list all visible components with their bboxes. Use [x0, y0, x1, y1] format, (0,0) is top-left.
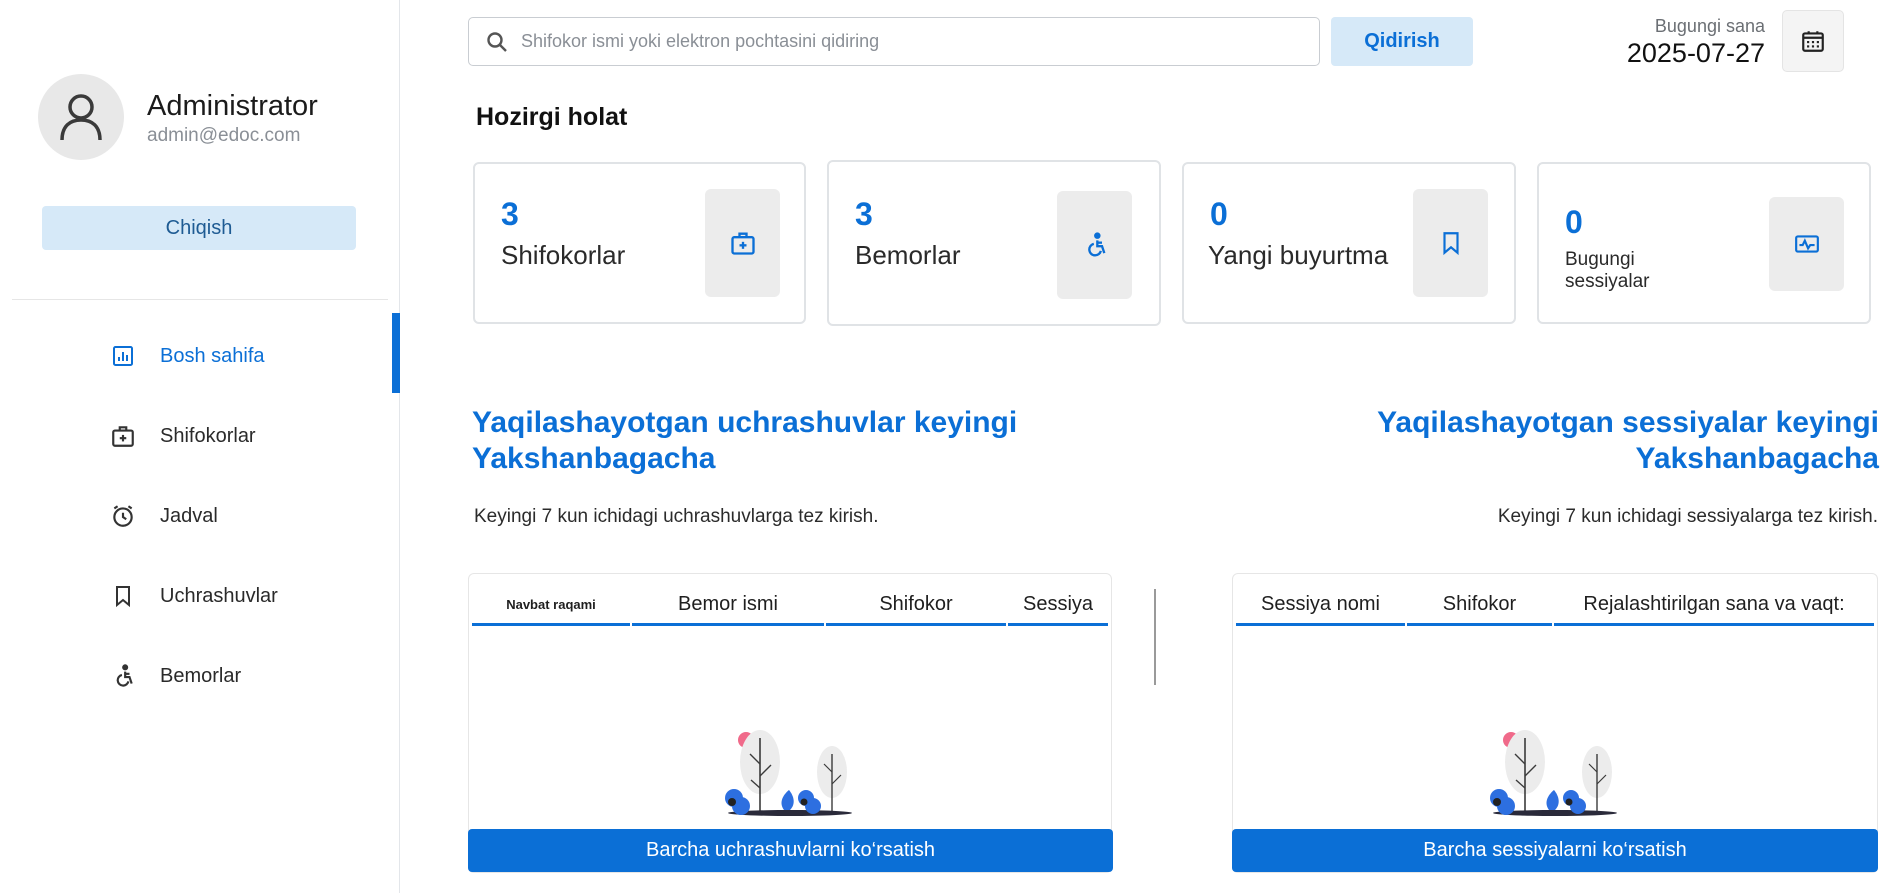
stat-label: Bemorlar [855, 240, 961, 270]
column-header[interactable]: Shifokor [826, 586, 1006, 626]
sidebar-item-home[interactable]: Bosh sahifa [108, 336, 388, 376]
column-header[interactable]: Bemor ismi [632, 586, 824, 626]
search-input[interactable] [521, 31, 1301, 52]
appointments-subtext: Keyingi 7 kun ichidagi uchrashuvlarga te… [474, 506, 879, 527]
section-divider [1154, 589, 1156, 685]
status-title: Hozirgi holat [476, 103, 628, 131]
sessions-table: Sessiya nomi Shifokor Rejalashtirilgan s… [1232, 573, 1878, 873]
accessible-icon [1057, 191, 1132, 299]
search-field[interactable] [468, 17, 1320, 66]
bar-chart-icon [108, 341, 138, 371]
search-button[interactable]: Qidirish [1331, 17, 1473, 66]
date-value: 2025-07-27 [1626, 38, 1765, 68]
sidebar-item-label: Shifokorlar [160, 424, 256, 447]
alarm-clock-icon [108, 501, 138, 531]
accessible-icon [108, 661, 138, 691]
show-all-appointments-button[interactable]: Barcha uchrashuvlarni ko‘rsatish [468, 829, 1113, 872]
admin-email: admin@edoc.com [147, 125, 301, 146]
bookmark-icon [108, 581, 138, 611]
stat-label: Yangi buyurtma [1208, 240, 1389, 270]
sidebar-item-label: Bemorlar [160, 664, 242, 687]
empty-state-illustration [725, 730, 852, 816]
admin-name: Administrator [147, 90, 318, 122]
sidebar-item-schedule[interactable]: Jadval [108, 496, 388, 536]
stat-label: Shifokorlar [501, 240, 626, 270]
search-icon [487, 31, 507, 52]
stat-value: 0 [1565, 204, 1583, 240]
stat-card-new-orders[interactable]: 0 Yangi buyurtma [1182, 162, 1516, 324]
column-header[interactable]: Sessiya nomi [1236, 586, 1405, 626]
logout-button[interactable]: Chiqish [42, 206, 356, 250]
appointments-heading: Yaqilashayotgan uchrashuvlar keyingi Yak… [472, 406, 1018, 475]
sidebar: Administrator admin@edoc.com Chiqish Bos… [0, 0, 400, 893]
column-header[interactable]: Shifokor [1406, 586, 1553, 626]
show-all-sessions-button[interactable]: Barcha sessiyalarni ko‘rsatish [1232, 829, 1878, 872]
table-header: Navbat raqami Bemor ismi Shifokor Sessiy… [471, 586, 1109, 626]
sidebar-item-appointments[interactable]: Uchrashuvlar [108, 576, 388, 616]
sessions-subtext: Keyingi 7 kun ichidagi sessiyalarga tez … [1497, 506, 1878, 527]
bookmark-icon [1413, 189, 1488, 297]
calendar-button[interactable] [1782, 10, 1844, 72]
stat-label: Bugungi sessiyalar [1565, 249, 1650, 292]
stat-card-patients[interactable]: 3 Bemorlar [827, 160, 1161, 326]
medical-case-icon [705, 189, 780, 297]
sidebar-item-patients[interactable]: Bemorlar [108, 656, 388, 696]
pulse-chart-icon [1769, 197, 1844, 291]
active-indicator [392, 313, 400, 393]
empty-state-illustration [1490, 730, 1617, 816]
column-header[interactable]: Navbat raqami [472, 586, 630, 626]
column-header[interactable]: Sessiya [1008, 586, 1108, 626]
sidebar-item-doctors[interactable]: Shifokorlar [108, 416, 388, 456]
avatar [38, 74, 124, 160]
stat-card-today-sessions[interactable]: 0 Bugungi sessiyalar [1537, 162, 1871, 324]
sidebar-item-label: Uchrashuvlar [160, 584, 278, 607]
stat-card-doctors[interactable]: 3 Shifokorlar [473, 162, 806, 324]
stat-value: 3 [855, 196, 873, 232]
sessions-heading: Yaqilashayotgan sessiyalar keyingi Yaksh… [1377, 406, 1879, 475]
user-icon [60, 94, 102, 141]
sidebar-item-label: Bosh sahifa [160, 344, 265, 367]
column-header[interactable]: Rejalashtirilgan sana va vaqt: [1554, 586, 1874, 626]
appointments-table: Navbat raqami Bemor ismi Shifokor Sessiy… [468, 573, 1112, 873]
date-label: Bugungi sana [1654, 16, 1765, 36]
calendar-icon [1802, 31, 1824, 52]
stat-value: 0 [1210, 196, 1228, 232]
table-header: Sessiya nomi Shifokor Rejalashtirilgan s… [1235, 586, 1875, 626]
stat-value: 3 [501, 196, 519, 232]
sidebar-divider [12, 299, 388, 300]
sidebar-item-label: Jadval [160, 504, 218, 527]
medical-case-icon [108, 421, 138, 451]
